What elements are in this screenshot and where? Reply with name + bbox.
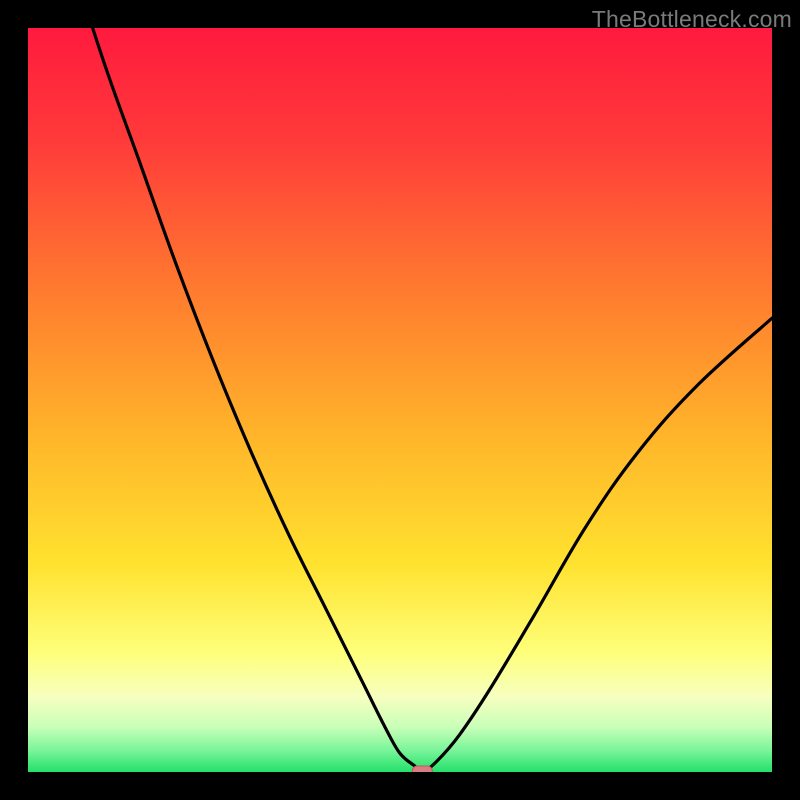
chart-svg [28,28,772,772]
gradient-background [28,28,772,772]
watermark-text: TheBottleneck.com [592,6,792,33]
chart-frame: TheBottleneck.com [0,0,800,800]
chart-plot-area [28,28,772,772]
optimal-point-marker [412,766,432,772]
